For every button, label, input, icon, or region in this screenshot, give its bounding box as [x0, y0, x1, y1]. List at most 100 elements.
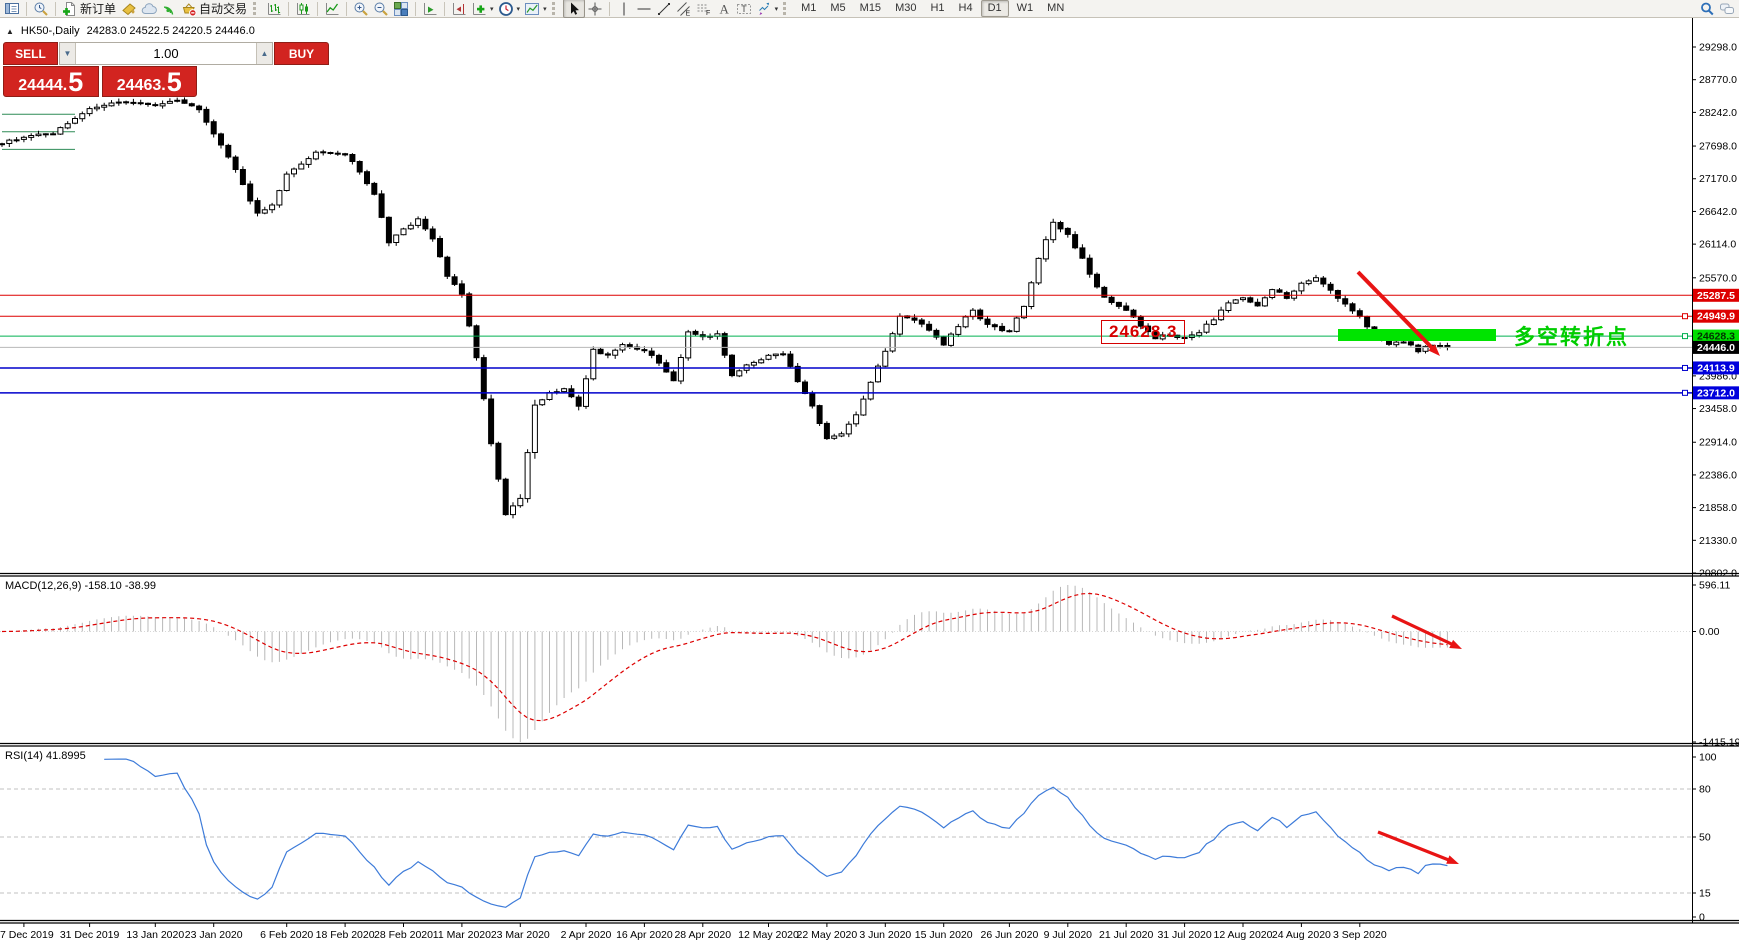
signals-icon[interactable] [159, 0, 179, 17]
candles-layer [0, 97, 1451, 519]
tile-windows-icon[interactable] [391, 0, 411, 17]
annotations-layer[interactable] [1338, 270, 1496, 864]
svg-text:23712.0: 23712.0 [1697, 387, 1735, 399]
mql5-cloud-icon[interactable] [139, 0, 159, 17]
buy-price-main: 24463. [116, 77, 166, 94]
collapse-panel-icon[interactable]: ▲ [6, 27, 14, 36]
periods-icon[interactable]: ▾ [496, 0, 523, 17]
toolbar: 新订单 自动交易 ▾ ▾ ▾ E F A T ▾ M1 M5 M15 M30 H1 H4 D1 W1 MN [0, 0, 1739, 18]
svg-text:18 Feb 2020: 18 Feb 2020 [316, 929, 375, 941]
timeframe-w1[interactable]: W1 [1011, 1, 1040, 16]
timeframe-h1[interactable]: H1 [924, 1, 950, 16]
new-order-icon[interactable]: 新订单 [60, 0, 119, 17]
trend-arrow[interactable] [1391, 614, 1454, 647]
svg-text:0.00: 0.00 [1699, 626, 1720, 638]
trend-arrow[interactable] [1377, 830, 1451, 862]
equidistant-channel-icon[interactable]: E [674, 0, 694, 17]
turning-point-label[interactable]: 多空转折点 [1514, 321, 1629, 351]
svg-text:80: 80 [1699, 784, 1711, 796]
timeframe-m1[interactable]: M1 [795, 1, 822, 16]
price-annotation-box[interactable]: 24628.3 [1101, 320, 1186, 344]
market-watch-icon[interactable] [2, 0, 22, 17]
svg-text:6 Feb 2020: 6 Feb 2020 [260, 929, 313, 941]
svg-text:25570.0: 25570.0 [1699, 272, 1737, 284]
svg-text:22 May 2020: 22 May 2020 [797, 929, 858, 941]
timeframe-m5[interactable]: M5 [824, 1, 851, 16]
trend-arrow-head [1449, 639, 1462, 649]
svg-text:17 Dec 2019: 17 Dec 2019 [0, 929, 54, 941]
volume-up-button[interactable]: ▲ [256, 43, 272, 64]
timeframe-m15[interactable]: M15 [854, 1, 887, 16]
candle-chart-icon[interactable] [293, 0, 313, 17]
toolbar-grip [253, 2, 259, 15]
svg-text:F: F [706, 10, 710, 17]
new-chart-icon[interactable]: ▾ [469, 0, 496, 17]
svg-text:11 Mar 2020: 11 Mar 2020 [433, 929, 491, 941]
timeframe-m30[interactable]: M30 [889, 1, 922, 16]
svg-text:100: 100 [1699, 752, 1717, 764]
chat-icon[interactable] [1717, 0, 1737, 17]
svg-text:23 Mar 2020: 23 Mar 2020 [491, 929, 550, 941]
sell-button[interactable]: SELL [3, 42, 58, 65]
data-window-icon[interactable] [31, 0, 51, 17]
chart-symbol-title: ▲ HK50-,Daily 24283.0 24522.5 24220.5 24… [6, 25, 255, 37]
svg-text:24113.9: 24113.9 [1697, 362, 1735, 374]
trendline-icon[interactable] [654, 0, 674, 17]
svg-text:24 Aug 2020: 24 Aug 2020 [1272, 929, 1331, 941]
svg-text:2 Apr 2020: 2 Apr 2020 [561, 929, 612, 941]
crosshair-icon[interactable] [585, 0, 605, 17]
svg-text:24446.0: 24446.0 [1697, 342, 1735, 354]
svg-text:21 Jul 2020: 21 Jul 2020 [1099, 929, 1153, 941]
timeframe-d1[interactable]: D1 [980, 0, 1009, 17]
macd-name: MACD(12,26,9) [5, 580, 82, 592]
fibonacci-icon[interactable]: F [694, 0, 714, 17]
chart-shift-icon[interactable] [449, 0, 469, 17]
price-chart[interactable]: 29298.0 28770.0 28242.0 27698.0 27170.0 26642… [0, 0, 1739, 944]
toolbar-grip [551, 2, 558, 15]
dropdown-caret-icon: ▾ [774, 5, 779, 13]
svg-text:23458.0: 23458.0 [1699, 403, 1737, 415]
svg-text:20802.0: 20802.0 [1699, 568, 1737, 580]
cursor-icon[interactable] [562, 0, 585, 18]
search-icon[interactable] [1697, 0, 1717, 17]
svg-text:31 Dec 2019: 31 Dec 2019 [60, 929, 120, 941]
svg-text:22914.0: 22914.0 [1699, 437, 1737, 449]
vertical-line-icon[interactable] [614, 0, 634, 17]
text-icon[interactable]: A [714, 0, 734, 17]
templates-icon[interactable]: ▾ [522, 0, 549, 17]
volume-down-button[interactable]: ▼ [60, 43, 76, 64]
rsi-name: RSI(14) [5, 750, 43, 762]
buy-button[interactable]: BUY [274, 42, 329, 65]
price-axis[interactable]: 29298.0 28770.0 28242.0 27698.0 27170.0 26642… [1692, 18, 1739, 924]
timeframe-mn[interactable]: MN [1041, 1, 1070, 16]
svg-text:28770.0: 28770.0 [1699, 74, 1737, 86]
svg-text:T: T [741, 4, 747, 14]
svg-text:12 May 2020: 12 May 2020 [738, 929, 799, 941]
line-chart-icon[interactable] [322, 0, 342, 17]
rsi-panel-layer [0, 758, 1692, 908]
text-label-icon[interactable]: T [734, 0, 754, 17]
buy-price-pips: 5 [166, 67, 182, 98]
bar-chart-icon[interactable] [264, 0, 284, 17]
sell-price[interactable]: 24444. 5 [3, 66, 99, 97]
arrows-icon[interactable]: ▾ [754, 0, 781, 17]
horizontal-line-icon[interactable] [634, 0, 654, 17]
zoom-out-icon[interactable] [371, 0, 391, 17]
svg-text:0: 0 [1699, 912, 1705, 924]
svg-text:26642.0: 26642.0 [1699, 206, 1737, 218]
svg-text:24628.3: 24628.3 [1697, 331, 1735, 343]
date-axis[interactable]: 17 Dec 2019 31 Dec 2019 13 Jan 2020 23 Jan … [0, 923, 1387, 941]
zoom-in-icon[interactable] [351, 0, 371, 17]
one-click-trade-panel: SELL ▼ ▲ BUY 24444. 5 24463. 5 [3, 42, 329, 98]
volume-input[interactable] [76, 43, 256, 64]
auto-scroll-icon[interactable] [420, 0, 440, 17]
autotrade-icon[interactable]: 自动交易 [179, 0, 250, 17]
svg-text:27170.0: 27170.0 [1699, 173, 1737, 185]
svg-text:15 Jun 2020: 15 Jun 2020 [915, 929, 973, 941]
buy-price[interactable]: 24463. 5 [101, 66, 197, 98]
timeframe-h4[interactable]: H4 [953, 1, 979, 16]
styler-icon[interactable] [119, 0, 139, 17]
macd-current-values: -158.10 -38.99 [84, 580, 157, 592]
svg-text:26114.0: 26114.0 [1699, 239, 1736, 251]
svg-text:28242.0: 28242.0 [1699, 107, 1737, 119]
